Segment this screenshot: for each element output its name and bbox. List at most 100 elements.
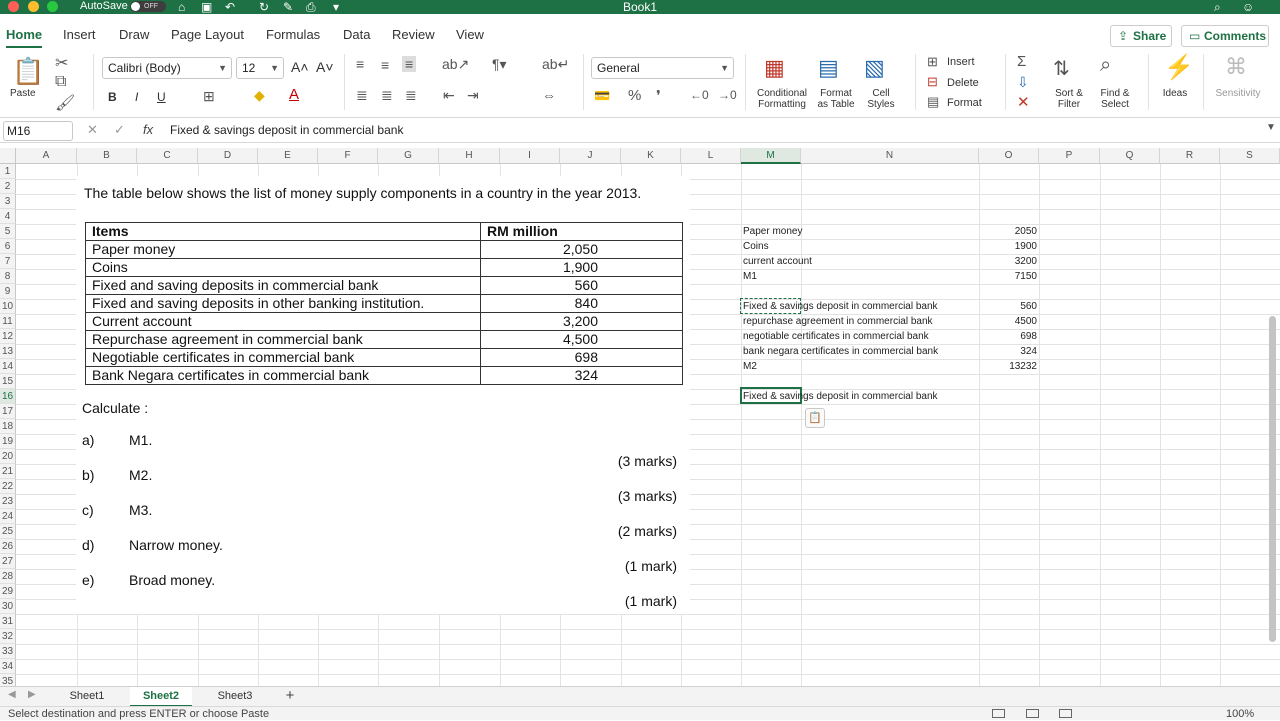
underline-button[interactable]: U — [157, 90, 166, 104]
scroll-sheets-right-icon[interactable]: ▶ — [28, 689, 36, 700]
row-header-25[interactable]: 25 — [0, 524, 16, 539]
align-bottom-icon[interactable]: ≡ — [402, 56, 417, 72]
increase-indent-icon[interactable]: ⇥ — [467, 87, 479, 104]
ideas-label[interactable]: Ideas — [1158, 88, 1192, 99]
normal-view-icon[interactable] — [992, 709, 1005, 718]
currency-icon[interactable]: 💳 — [594, 88, 610, 104]
text-direction-icon[interactable]: ¶▾ — [492, 56, 507, 73]
conditional-formatting-label[interactable]: Conditional Formatting — [752, 88, 812, 110]
column-header-a[interactable]: A — [16, 148, 77, 164]
font-size-select[interactable]: 12 ▼ — [236, 57, 284, 79]
copy-icon[interactable]: ⧉ — [55, 73, 66, 91]
column-header-m[interactable]: M — [741, 148, 801, 164]
tab-view[interactable]: View — [456, 27, 484, 42]
align-right-icon[interactable]: ≣ — [405, 87, 417, 104]
decrease-decimal-icon[interactable]: →0 — [718, 88, 737, 102]
row-header-16[interactable]: 16 — [0, 389, 16, 404]
paste-icon[interactable]: 📋 — [12, 56, 44, 87]
italic-button[interactable]: I — [135, 90, 138, 104]
tab-draw[interactable]: Draw — [119, 27, 149, 42]
insert-cells-label[interactable]: Insert — [947, 56, 975, 68]
row-header-17[interactable]: 17 — [0, 404, 16, 419]
cut-icon[interactable]: ✂ — [55, 53, 68, 73]
row-header-12[interactable]: 12 — [0, 329, 16, 344]
paste-options-icon[interactable]: 📋 — [805, 408, 825, 428]
increase-font-icon[interactable]: A˄ — [291, 59, 309, 75]
insert-function-icon[interactable]: fx — [143, 122, 153, 137]
align-left-icon[interactable]: ≣ — [356, 87, 368, 104]
row-header-31[interactable]: 31 — [0, 614, 16, 629]
column-header-b[interactable]: B — [77, 148, 137, 164]
share-button[interactable]: ⇪ Share — [1110, 25, 1172, 47]
row-header-18[interactable]: 18 — [0, 419, 16, 434]
expand-formula-icon[interactable]: ▼ — [1266, 122, 1276, 133]
fill-icon[interactable]: ⇩ — [1017, 74, 1029, 91]
cell-m13[interactable]: bank negara certificates in commercial b… — [743, 344, 938, 359]
pasted-image[interactable]: The table below shows the list of money … — [76, 176, 690, 614]
format-cells-label[interactable]: Format — [947, 97, 982, 109]
cell-o13[interactable]: 324 — [980, 344, 1037, 359]
row-header-34[interactable]: 34 — [0, 659, 16, 674]
column-header-r[interactable]: R — [1160, 148, 1220, 164]
paste-label[interactable]: Paste — [10, 88, 36, 99]
cell-m12[interactable]: negotiable certificates in commercial ba… — [743, 329, 929, 344]
wrap-text-icon[interactable]: ab↵ — [542, 56, 569, 73]
row-header-21[interactable]: 21 — [0, 464, 16, 479]
cell-m7[interactable]: current account — [743, 254, 812, 269]
cell-o7[interactable]: 3200 — [980, 254, 1037, 269]
row-header-19[interactable]: 19 — [0, 434, 16, 449]
row-header-26[interactable]: 26 — [0, 539, 16, 554]
formula-input[interactable]: Fixed & savings deposit in commercial ba… — [170, 123, 403, 137]
comma-style-icon[interactable]: ❜ — [656, 87, 661, 105]
sensitivity-icon[interactable]: ⌘ — [1225, 54, 1247, 80]
column-header-d[interactable]: D — [198, 148, 258, 164]
name-box[interactable]: M16 — [3, 121, 73, 141]
percent-icon[interactable]: % — [628, 87, 641, 104]
cell-m5[interactable]: Paper money — [743, 224, 802, 239]
cell-o12[interactable]: 698 — [980, 329, 1037, 344]
row-header-11[interactable]: 11 — [0, 314, 16, 329]
cell-styles-icon[interactable]: ▧ — [864, 55, 885, 81]
column-header-k[interactable]: K — [621, 148, 681, 164]
delete-cells-label[interactable]: Delete — [947, 77, 979, 89]
decrease-indent-icon[interactable]: ⇤ — [443, 87, 455, 104]
row-header-9[interactable]: 9 — [0, 284, 16, 299]
format-painter-icon[interactable]: 🖌 — [55, 93, 75, 113]
search-icon[interactable]: ⌕ — [1214, 0, 1221, 14]
row-header-29[interactable]: 29 — [0, 584, 16, 599]
column-header-j[interactable]: J — [560, 148, 621, 164]
align-top-icon[interactable]: ≡ — [356, 56, 364, 72]
cell-o10[interactable]: 560 — [980, 299, 1037, 314]
enter-icon[interactable]: ✓ — [114, 122, 125, 138]
row-header-28[interactable]: 28 — [0, 569, 16, 584]
column-header-o[interactable]: O — [979, 148, 1039, 164]
column-header-f[interactable]: F — [318, 148, 378, 164]
sensitivity-label[interactable]: Sensitivity — [1210, 88, 1266, 99]
cell-m8[interactable]: M1 — [743, 269, 757, 284]
zoom-level[interactable]: 100% — [1226, 707, 1254, 721]
cell-o11[interactable]: 4500 — [980, 314, 1037, 329]
find-select-icon[interactable]: ⌕ — [1100, 54, 1111, 77]
conditional-formatting-icon[interactable]: ▦ — [764, 55, 785, 81]
orientation-icon[interactable]: ab↗ — [442, 56, 469, 73]
cell-o6[interactable]: 1900 — [980, 239, 1037, 254]
tab-insert[interactable]: Insert — [63, 27, 96, 42]
account-icon[interactable]: ☺ — [1242, 0, 1254, 14]
row-header-24[interactable]: 24 — [0, 509, 16, 524]
row-header-30[interactable]: 30 — [0, 599, 16, 614]
format-as-table-label[interactable]: Format as Table — [814, 88, 858, 110]
page-layout-view-icon[interactable] — [1026, 709, 1039, 718]
sheet-tab-sheet3[interactable]: Sheet3 — [204, 687, 266, 707]
column-header-p[interactable]: P — [1039, 148, 1100, 164]
column-header-c[interactable]: C — [137, 148, 198, 164]
row-header-35[interactable]: 35 — [0, 674, 16, 686]
column-header-i[interactable]: I — [500, 148, 560, 164]
scroll-sheets-left-icon[interactable]: ◀ — [8, 689, 16, 700]
insert-cells-icon[interactable]: ⊞ — [927, 54, 938, 70]
row-header-3[interactable]: 3 — [0, 194, 16, 209]
cancel-icon[interactable]: ✕ — [87, 122, 98, 138]
column-header-h[interactable]: H — [439, 148, 500, 164]
tab-review[interactable]: Review — [392, 27, 435, 42]
row-header-5[interactable]: 5 — [0, 224, 16, 239]
font-name-select[interactable]: Calibri (Body) ▼ — [102, 57, 232, 79]
